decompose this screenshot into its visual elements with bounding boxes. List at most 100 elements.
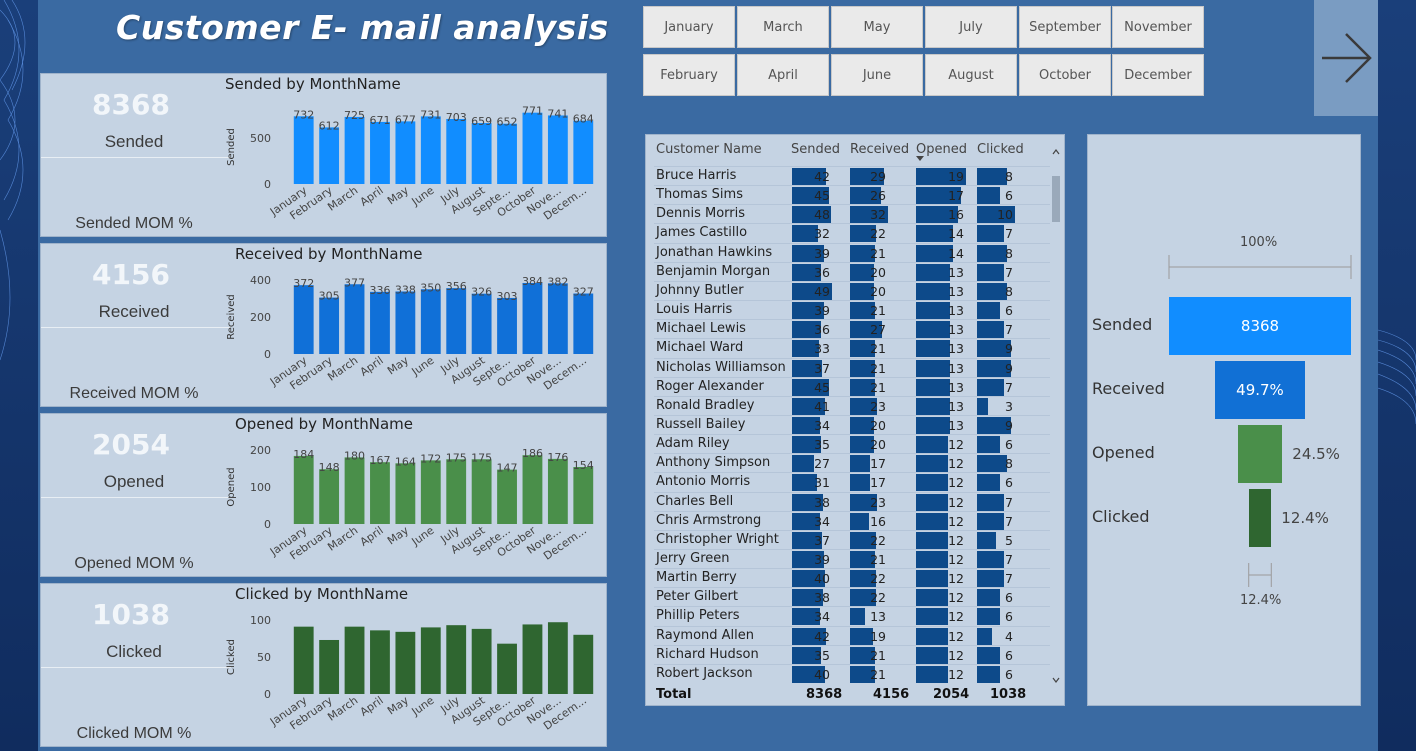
data-bar-cell[interactable]: 7 bbox=[977, 378, 1015, 396]
data-bar-cell[interactable]: 39 bbox=[792, 244, 832, 262]
customer-name-cell[interactable]: Robert Jackson bbox=[656, 666, 753, 681]
customer-name-cell[interactable]: James Castillo bbox=[656, 225, 747, 240]
data-bar-cell[interactable]: 6 bbox=[977, 589, 1015, 607]
bar-september[interactable] bbox=[497, 643, 517, 694]
customer-name-cell[interactable]: Louis Harris bbox=[656, 302, 732, 317]
data-bar-cell[interactable]: 21 bbox=[850, 551, 888, 568]
bar-september[interactable] bbox=[497, 123, 517, 184]
bar-november[interactable] bbox=[547, 283, 568, 354]
data-bar-cell[interactable]: 32 bbox=[792, 225, 832, 243]
data-bar-cell[interactable]: 12 bbox=[916, 531, 966, 549]
data-bar-cell[interactable]: 4 bbox=[977, 627, 1015, 645]
data-bar-cell[interactable]: 8 bbox=[977, 168, 1015, 185]
bar-may[interactable] bbox=[395, 463, 416, 524]
data-bar-cell[interactable]: 7 bbox=[977, 493, 1015, 511]
customer-name-cell[interactable]: Thomas Sims bbox=[656, 187, 743, 202]
data-bar-cell[interactable]: 21 bbox=[850, 646, 888, 664]
data-bar-cell[interactable]: 13 bbox=[916, 378, 966, 396]
data-bar-cell[interactable]: 33 bbox=[792, 340, 832, 358]
data-bar-cell[interactable]: 9 bbox=[977, 340, 1015, 358]
data-bar-cell[interactable]: 21 bbox=[850, 359, 888, 377]
bar-april[interactable] bbox=[370, 291, 390, 354]
sort-desc-icon[interactable] bbox=[916, 156, 924, 161]
customer-name-cell[interactable]: Bruce Harris bbox=[656, 168, 736, 183]
data-bar-cell[interactable]: 45 bbox=[792, 378, 832, 396]
data-bar-cell[interactable]: 6 bbox=[977, 474, 1015, 492]
scroll-up-icon[interactable] bbox=[1052, 149, 1060, 155]
data-bar-cell[interactable]: 22 bbox=[850, 570, 888, 588]
data-bar-cell[interactable]: 36 bbox=[792, 263, 832, 281]
data-bar-cell[interactable]: 12 bbox=[916, 493, 966, 511]
data-bar-cell[interactable]: 38 bbox=[792, 589, 832, 607]
data-bar-cell[interactable]: 34 bbox=[792, 512, 832, 530]
bar-january[interactable] bbox=[293, 116, 314, 184]
data-bar-cell[interactable]: 21 bbox=[850, 244, 888, 262]
scroll-thumb[interactable] bbox=[1052, 176, 1060, 222]
data-bar-cell[interactable]: 10 bbox=[977, 206, 1015, 224]
bar-december[interactable] bbox=[573, 120, 594, 184]
data-bar-cell[interactable]: 26 bbox=[850, 187, 888, 205]
bar-june[interactable] bbox=[420, 289, 441, 354]
next-page-button[interactable] bbox=[1314, 0, 1378, 116]
bar-august[interactable] bbox=[471, 459, 492, 524]
column-header-customer-name[interactable]: Customer Name bbox=[656, 142, 762, 157]
bar-april[interactable] bbox=[370, 121, 390, 184]
data-bar-cell[interactable]: 22 bbox=[850, 531, 888, 549]
customer-name-cell[interactable]: Adam Riley bbox=[656, 436, 730, 451]
month-button-october[interactable]: October bbox=[1019, 54, 1111, 96]
data-bar-cell[interactable]: 3 bbox=[977, 397, 1015, 415]
data-bar-cell[interactable]: 27 bbox=[792, 455, 832, 473]
data-bar-cell[interactable]: 12 bbox=[916, 665, 966, 683]
data-bar-cell[interactable]: 32 bbox=[850, 206, 888, 224]
data-bar-cell[interactable]: 20 bbox=[850, 416, 888, 434]
bar-march[interactable] bbox=[344, 116, 365, 184]
bar-march[interactable] bbox=[344, 626, 365, 694]
data-bar-cell[interactable]: 21 bbox=[850, 302, 888, 320]
data-bar-cell[interactable]: 17 bbox=[850, 474, 888, 492]
data-bar-cell[interactable]: 5 bbox=[977, 531, 1015, 549]
column-header-clicked[interactable]: Clicked bbox=[977, 142, 1024, 157]
bar-june[interactable] bbox=[420, 627, 441, 694]
customer-name-cell[interactable]: Martin Berry bbox=[656, 570, 737, 585]
customer-name-cell[interactable]: Phillip Peters bbox=[656, 608, 740, 623]
data-bar-cell[interactable]: 34 bbox=[792, 608, 832, 626]
data-bar-cell[interactable]: 7 bbox=[977, 225, 1015, 243]
data-bar-cell[interactable]: 7 bbox=[977, 551, 1015, 568]
customer-name-cell[interactable]: Johnny Butler bbox=[656, 283, 744, 298]
month-button-november[interactable]: November bbox=[1112, 6, 1204, 48]
bar-october[interactable] bbox=[522, 455, 543, 524]
customer-name-cell[interactable]: Antonio Morris bbox=[656, 474, 750, 489]
customer-name-cell[interactable]: Russell Bailey bbox=[656, 417, 745, 432]
data-bar-cell[interactable]: 6 bbox=[977, 665, 1015, 683]
customer-name-cell[interactable]: Dennis Morris bbox=[656, 206, 745, 221]
data-bar-cell[interactable]: 12 bbox=[916, 570, 966, 588]
data-bar-cell[interactable]: 39 bbox=[792, 551, 832, 568]
data-bar-cell[interactable]: 48 bbox=[792, 206, 832, 224]
customer-name-cell[interactable]: Benjamin Morgan bbox=[656, 264, 770, 279]
bar-july[interactable] bbox=[446, 459, 467, 524]
data-bar-cell[interactable]: 20 bbox=[850, 282, 888, 300]
bar-december[interactable] bbox=[573, 634, 594, 694]
bar-november[interactable] bbox=[547, 622, 568, 694]
customer-name-cell[interactable]: Richard Hudson bbox=[656, 647, 759, 662]
month-button-july[interactable]: July bbox=[925, 6, 1017, 48]
bar-september[interactable] bbox=[497, 297, 517, 354]
data-bar-cell[interactable]: 35 bbox=[792, 436, 832, 454]
bar-december[interactable] bbox=[573, 293, 594, 354]
month-button-january[interactable]: January bbox=[643, 6, 735, 48]
data-bar-cell[interactable]: 36 bbox=[792, 321, 832, 339]
customer-name-cell[interactable]: Christopher Wright bbox=[656, 532, 779, 547]
customer-name-cell[interactable]: Raymond Allen bbox=[656, 628, 754, 643]
bar-august[interactable] bbox=[471, 293, 492, 354]
bar-may[interactable] bbox=[395, 121, 416, 184]
bar-october[interactable] bbox=[522, 624, 543, 694]
data-bar-cell[interactable]: 41 bbox=[792, 397, 832, 415]
bar-august[interactable] bbox=[471, 123, 492, 184]
data-bar-cell[interactable]: 13 bbox=[916, 321, 966, 339]
data-bar-cell[interactable]: 7 bbox=[977, 512, 1015, 530]
data-bar-cell[interactable]: 21 bbox=[850, 665, 888, 683]
data-bar-cell[interactable]: 16 bbox=[916, 206, 966, 224]
data-bar-cell[interactable]: 16 bbox=[850, 512, 888, 530]
column-header-opened[interactable]: Opened bbox=[916, 142, 967, 157]
data-bar-cell[interactable]: 12 bbox=[916, 608, 966, 626]
